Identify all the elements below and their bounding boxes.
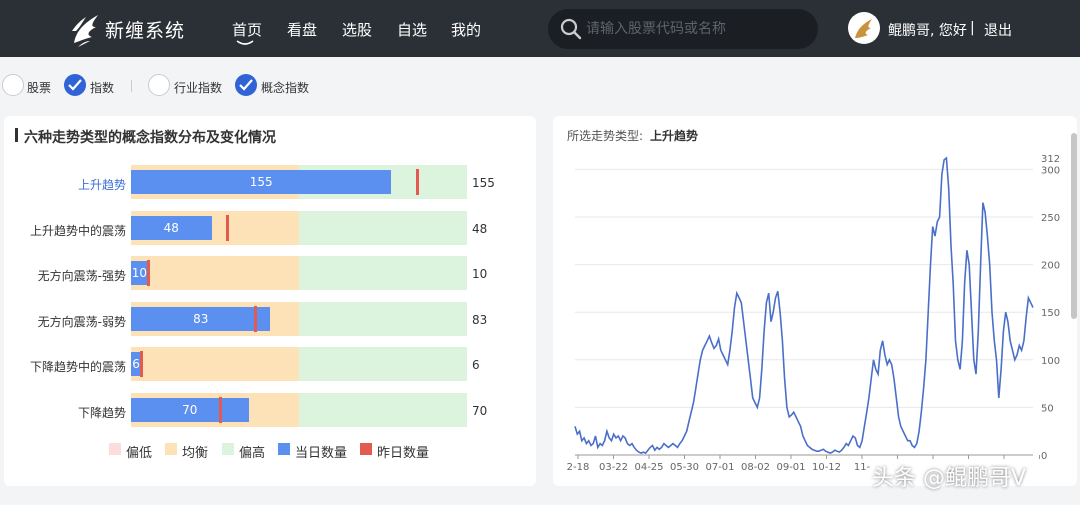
- y-tick-label: 150: [1041, 308, 1060, 319]
- scrollbar[interactable]: [1071, 133, 1077, 319]
- y-tick-label: 100: [1041, 356, 1060, 367]
- checkbox-stock[interactable]: [2, 74, 24, 96]
- legend-label-today: 当日数量: [295, 446, 348, 461]
- avatar[interactable]: [848, 12, 880, 44]
- y-tick-label: 0: [1041, 451, 1047, 462]
- legend-swatch-balanced: [165, 443, 177, 455]
- nav-watchlist[interactable]: 自选: [397, 19, 427, 40]
- x-tick-label: 05-30: [670, 462, 699, 473]
- today-count-bar[interactable]: 155: [131, 170, 392, 194]
- header-separator: |: [970, 20, 975, 36]
- y-tick-label: 300: [1041, 165, 1060, 176]
- filter-label-index[interactable]: 指数: [90, 79, 114, 96]
- nav-market[interactable]: 看盘: [287, 19, 317, 40]
- row-value: 10: [472, 267, 488, 282]
- today-count-bar[interactable]: 70: [131, 398, 249, 422]
- high-band: [299, 347, 467, 382]
- nav-home[interactable]: 首页: [232, 19, 262, 40]
- user-greeting: 鲲鹏哥, 您好: [888, 23, 967, 39]
- yesterday-count-marker: [225, 214, 229, 241]
- y-tick-label: 50: [1041, 403, 1054, 414]
- filter-label-industry-index[interactable]: 行业指数: [174, 79, 222, 96]
- yesterday-count-marker: [254, 305, 258, 332]
- filter-divider: [131, 80, 132, 92]
- balanced-band: [131, 347, 299, 382]
- active-nav-indicator: [236, 40, 254, 45]
- phoenix-logo-icon: [72, 15, 98, 47]
- series-line: [574, 156, 1034, 455]
- legend-swatch-high: [222, 443, 234, 455]
- legend-label-balanced: 均衡: [182, 446, 209, 461]
- x-tick-label: 2-18: [567, 462, 590, 473]
- high-band: [299, 393, 467, 427]
- yesterday-count-marker: [219, 397, 223, 423]
- x-tick-label: 09-01: [776, 462, 805, 473]
- watermark-text: 头条 @鲲鹏哥V: [872, 466, 1027, 491]
- selected-type-label: 所选走势类型:: [567, 129, 644, 143]
- high-band: [299, 256, 467, 291]
- balanced-band: [131, 256, 299, 291]
- panel-title: 六种走势类型的概念指数分布及变化情况: [24, 130, 276, 146]
- search-input[interactable]: [586, 18, 806, 40]
- today-count-bar[interactable]: 83: [131, 306, 271, 331]
- row-label[interactable]: 无方向震荡-弱势: [0, 313, 126, 330]
- phoenix-avatar-icon: [855, 19, 872, 38]
- legend-label-high: 偏高: [239, 446, 266, 461]
- row-label[interactable]: 上升趋势: [0, 176, 126, 193]
- filter-label-stock[interactable]: 股票: [27, 79, 51, 96]
- x-tick-label: 04-25: [634, 462, 663, 473]
- row-value: 70: [472, 404, 488, 418]
- check-icon: [239, 79, 253, 91]
- search-icon: [560, 18, 582, 40]
- today-count-bar[interactable]: 48: [131, 215, 212, 240]
- yesterday-count-marker: [140, 351, 144, 378]
- row-value: 6: [472, 358, 480, 373]
- row-value: 155: [472, 176, 495, 190]
- x-tick-label: 08-02: [741, 462, 770, 473]
- x-tick-label: 07-01: [705, 462, 734, 473]
- nav-mine[interactable]: 我的: [451, 19, 481, 40]
- title-accent: [15, 128, 18, 142]
- today-count-bar[interactable]: 10: [131, 261, 148, 286]
- checkbox-industry-index[interactable]: [148, 74, 170, 96]
- legend-swatch-low: [109, 443, 121, 455]
- selected-type-value: 上升趋势: [650, 129, 699, 143]
- row-label[interactable]: 无方向震荡-强势: [0, 267, 126, 284]
- y-tick-label: 250: [1041, 213, 1060, 224]
- x-tick-label: 03-22: [599, 462, 628, 473]
- row-label[interactable]: 下降趋势中的震荡: [0, 358, 126, 375]
- legend-swatch-today: [278, 443, 290, 455]
- check-icon: [68, 79, 82, 91]
- trend-line-chart: 0 50 100 150 200 250 300312 2-18 03-22 04-25 05-30…: [567, 154, 1060, 473]
- y-tick-label: 312: [1041, 154, 1060, 165]
- checkbox-concept-index[interactable]: [235, 74, 257, 96]
- brand-name: 新缠系统: [105, 20, 186, 42]
- legend-label-yesterday: 昨日数量: [377, 446, 430, 461]
- yesterday-count-marker: [415, 169, 419, 195]
- row-value: 83: [472, 312, 488, 327]
- high-band: [299, 210, 467, 245]
- y-tick-label: 200: [1041, 261, 1060, 272]
- row-label[interactable]: 上升趋势中的震荡: [0, 222, 126, 239]
- row-value: 48: [472, 221, 488, 236]
- nav-stock-picker[interactable]: 选股: [342, 19, 372, 40]
- legend-swatch-yesterday: [360, 443, 372, 455]
- search-box[interactable]: [548, 9, 818, 49]
- x-tick-label: 11-: [854, 462, 871, 473]
- yesterday-count-marker: [146, 260, 150, 287]
- logout-link[interactable]: 退出: [984, 20, 1012, 40]
- checkbox-index[interactable]: [64, 74, 86, 96]
- x-tick-label: 10-12: [812, 462, 841, 473]
- high-band: [299, 301, 467, 336]
- filter-label-concept-index[interactable]: 概念指数: [261, 79, 309, 96]
- legend-label-low: 偏低: [126, 446, 153, 461]
- row-label[interactable]: 下降趋势: [0, 404, 126, 421]
